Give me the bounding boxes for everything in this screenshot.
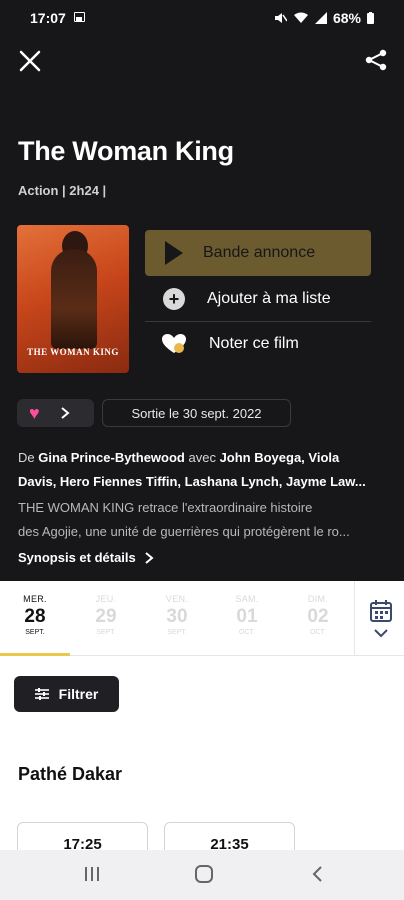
play-icon — [165, 241, 183, 265]
favorite-button[interactable]: ♥ — [17, 399, 94, 427]
poster-title: THE WOMAN KING — [27, 347, 119, 357]
release-date-badge: Sortie le 30 sept. 2022 — [102, 399, 291, 427]
status-bar: 17:07 68% — [0, 0, 404, 36]
date-tab-4[interactable]: DIM. 02 OCT. — [283, 581, 353, 656]
date-day: 29 — [95, 606, 117, 627]
battery-icon — [367, 12, 374, 24]
heart-icon: ♥ — [29, 403, 40, 423]
date-tab-3[interactable]: SAM. 01 OCT. — [212, 581, 282, 656]
cast-line-2: Davis, Hero Fiennes Tiffin, Lashana Lync… — [18, 474, 366, 489]
rate-movie-button[interactable]: Noter ce film — [145, 321, 371, 367]
trailer-label: Bande annonce — [203, 244, 316, 261]
date-day: 01 — [236, 606, 258, 627]
share-icon[interactable] — [364, 48, 388, 72]
date-weekday: MER. — [23, 594, 47, 604]
synopsis-details-link[interactable]: Synopsis et détails — [18, 550, 154, 565]
cast-line-1: John Boyega, Viola — [219, 450, 340, 465]
date-day: 28 — [24, 606, 46, 627]
chevron-right-icon — [61, 407, 70, 419]
status-time: 17:07 — [30, 10, 66, 26]
director-link[interactable]: Gina Prince-Bythewood — [38, 450, 185, 465]
add-to-list-button[interactable]: + Ajouter à ma liste — [145, 276, 371, 322]
add-to-list-label: Ajouter à ma liste — [207, 289, 331, 307]
movie-poster[interactable]: THE WOMAN KING — [17, 225, 129, 373]
mute-icon — [274, 13, 287, 23]
gallery-notification-icon — [74, 12, 85, 22]
signal-icon — [314, 12, 327, 24]
date-tab-0[interactable]: MER. 28 SEPT. — [0, 581, 70, 656]
date-month: SEPT. — [25, 629, 45, 636]
filter-button[interactable]: Filtrer — [14, 676, 119, 712]
recent-apps-icon[interactable] — [83, 864, 101, 884]
movie-meta: Action | 2h24 | — [18, 183, 107, 198]
date-month: SEPT. — [167, 629, 187, 636]
date-day: 30 — [166, 606, 188, 627]
calendar-icon — [370, 600, 392, 622]
synopsis-link-label: Synopsis et détails — [18, 550, 136, 565]
system-navigation-bar — [0, 850, 404, 900]
chevron-right-icon — [145, 551, 154, 564]
date-weekday: SAM. — [235, 594, 259, 604]
plus-circle-icon: + — [163, 287, 185, 310]
battery-percent: 68% — [332, 10, 361, 26]
chevron-down-icon — [374, 629, 388, 638]
date-month: SEPT. — [96, 629, 116, 636]
credits-prefix: De — [18, 450, 39, 465]
date-weekday: DIM. — [307, 594, 329, 604]
wifi-icon — [293, 12, 308, 23]
close-icon[interactable] — [18, 49, 42, 73]
movie-header-section: 17:07 68% The Woman King Action | 2h24 | — [0, 0, 404, 581]
synopsis-line-2: des Agojie, une unité de guerrières qui … — [18, 524, 350, 539]
filter-label: Filtrer — [58, 686, 99, 702]
poster-figure-body — [51, 249, 97, 349]
movie-credits: De Gina Prince-Bythewood avec John Boyeg… — [18, 446, 390, 494]
date-month: OCT. — [310, 629, 326, 636]
date-weekday: JEU. — [95, 594, 117, 604]
movie-title: The Woman King — [18, 136, 234, 166]
cinema-name: Pathé Dakar — [18, 764, 123, 784]
sliders-icon — [34, 688, 49, 700]
date-tab-1[interactable]: JEU. 29 SEPT. — [71, 581, 141, 656]
heart-rate-icon — [162, 334, 186, 353]
date-tab-2[interactable]: VEN. 30 SEPT. — [142, 581, 212, 656]
synopsis-line-1: THE WOMAN KING retrace l'extraordinaire … — [18, 500, 313, 515]
credits-with: avec — [184, 450, 220, 465]
calendar-button[interactable] — [354, 581, 404, 656]
trailer-button[interactable]: Bande annonce — [145, 230, 371, 276]
date-day: 02 — [307, 606, 329, 627]
date-selector: MER. 28 SEPT. JEU. 29 SEPT. VEN. 30 SEPT… — [0, 581, 404, 656]
rate-movie-label: Noter ce film — [209, 335, 299, 352]
home-icon[interactable] — [194, 864, 214, 884]
back-icon[interactable] — [310, 864, 324, 884]
date-weekday: VEN. — [165, 594, 189, 604]
synopsis-excerpt: THE WOMAN KING retrace l'extraordinaire … — [18, 496, 390, 544]
date-month: OCT. — [239, 629, 255, 636]
